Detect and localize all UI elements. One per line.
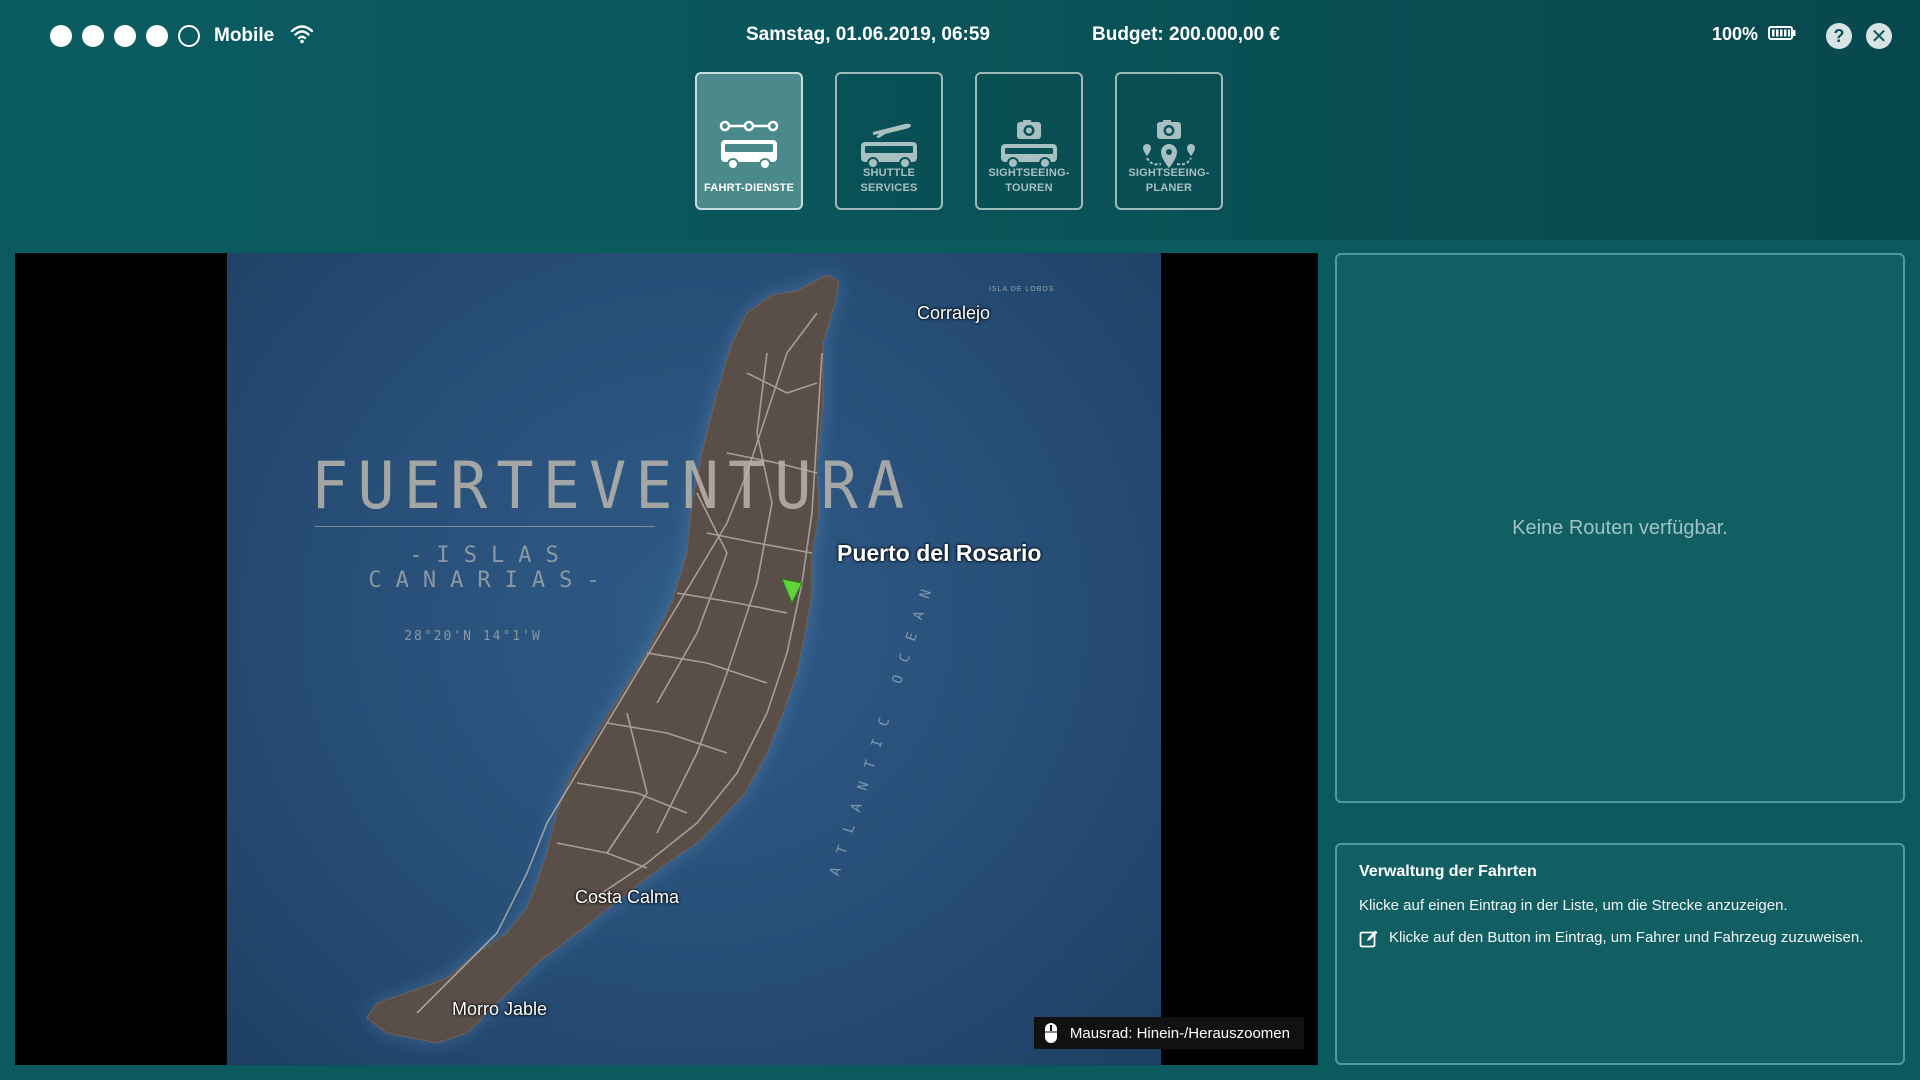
- mouse-icon: [1044, 1023, 1057, 1043]
- signal-dot-empty-icon: [178, 25, 200, 47]
- city-morro-jable[interactable]: Morro Jable: [452, 999, 547, 1020]
- routes-list-panel: Keine Routen verfügbar.: [1335, 253, 1905, 803]
- info-line-assign-text: Klicke auf den Button im Eintrag, um Fah…: [1389, 929, 1864, 946]
- map-title: FUERTEVENTURA: [311, 447, 914, 524]
- battery-icon: [1768, 24, 1796, 45]
- camera-pin-icon: [1143, 120, 1195, 168]
- close-icon: ✕: [1870, 25, 1888, 48]
- question-icon: ?: [1833, 25, 1845, 46]
- carrier-label: Mobile: [214, 25, 275, 46]
- close-button[interactable]: ✕: [1866, 23, 1892, 49]
- nav-label: SIGHTSEEING- PLANER: [1128, 167, 1210, 194]
- nav-label: FAHRT-DIENSTE: [704, 182, 794, 194]
- wifi-icon: [290, 24, 314, 49]
- no-routes-message: Keine Routen verfügbar.: [1512, 516, 1728, 539]
- info-line-list: Klicke auf einen Eintrag in der Liste, u…: [1359, 897, 1788, 914]
- battery-status: 100%: [1712, 24, 1796, 45]
- island-map: [366, 274, 840, 1044]
- map-coordinates: 28°20'N 14°1'W: [404, 629, 542, 644]
- map-viewport[interactable]: ISLA DE LOBOS FUERTEVENTURA -ISLAS CANAR…: [15, 253, 1318, 1065]
- city-corralejo[interactable]: Corralejo: [917, 303, 990, 324]
- help-button[interactable]: ?: [1826, 23, 1852, 49]
- signal-dot-icon: [82, 25, 104, 47]
- title-divider: [315, 526, 655, 527]
- zoom-hint-text: Mausrad: Hinein-/Herauszoomen: [1069, 1024, 1290, 1042]
- nav-label: SIGHTSEEING- TOUREN: [988, 167, 1070, 194]
- battery-percent: 100%: [1712, 24, 1759, 44]
- city-costa-calma[interactable]: Costa Calma: [575, 887, 679, 908]
- budget: Budget: 200.000,00 €: [1092, 24, 1280, 45]
- isla-de-lobos-label: ISLA DE LOBOS: [989, 286, 1055, 293]
- top-bar: Mobile Samstag, 01.06.2019, 06:59 Budget…: [0, 0, 1920, 240]
- info-title: Verwaltung der Fahrten: [1359, 863, 1537, 880]
- plane-bus-icon: [861, 123, 917, 169]
- trips-info-panel: Verwaltung der Fahrten Klicke auf einen …: [1335, 843, 1905, 1065]
- info-line-assign: Klicke auf den Button im Eintrag, um Fah…: [1359, 928, 1881, 949]
- nav-sightseeing-planer[interactable]: SIGHTSEEING- PLANER: [1115, 72, 1223, 210]
- datetime: Samstag, 01.06.2019, 06:59: [746, 24, 991, 45]
- signal-dot-icon: [146, 25, 168, 47]
- nav-shuttle-services[interactable]: SHUTTLE SERVICES: [835, 72, 943, 210]
- edit-icon: [1359, 930, 1378, 948]
- route-bus-icon: [719, 120, 779, 170]
- nav-label: SHUTTLE SERVICES: [860, 167, 918, 194]
- camera-bus-icon: [1001, 120, 1057, 169]
- phone-status: Mobile: [50, 24, 314, 48]
- nav-fahrt-dienste[interactable]: FAHRT-DIENSTE: [695, 72, 803, 210]
- signal-dot-icon: [114, 25, 136, 47]
- map-subtitle: -ISLAS CANARIAS-: [368, 543, 614, 593]
- signal-dot-icon: [50, 25, 72, 47]
- city-puerto-del-rosario[interactable]: Puerto del Rosario: [837, 540, 1041, 567]
- zoom-hint: Mausrad: Hinein-/Herauszoomen: [1033, 1017, 1304, 1049]
- nav-sightseeing-touren[interactable]: SIGHTSEEING- TOUREN: [975, 72, 1083, 210]
- map[interactable]: ISLA DE LOBOS FUERTEVENTURA -ISLAS CANAR…: [227, 253, 1161, 1065]
